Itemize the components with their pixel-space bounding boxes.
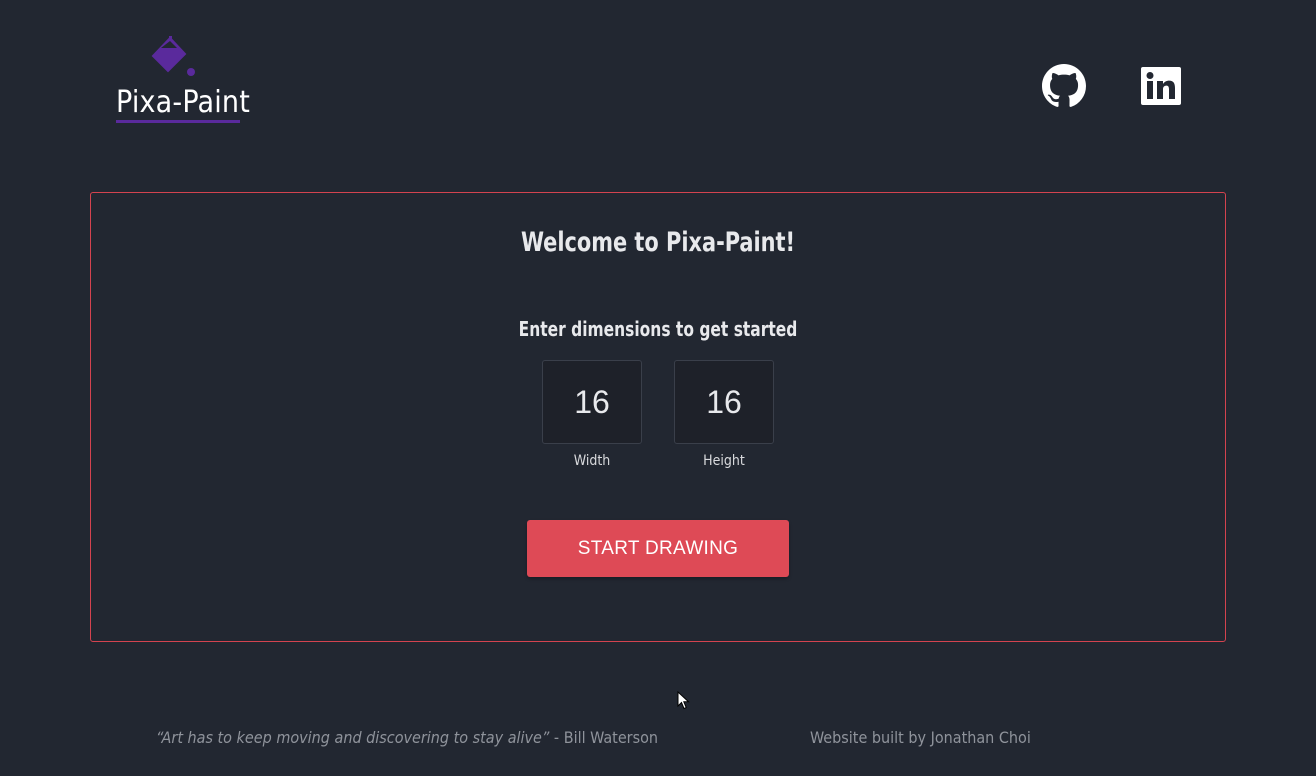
github-link[interactable] bbox=[1042, 64, 1086, 108]
github-icon bbox=[1042, 64, 1086, 107]
quote-text: “Art has to keep moving and discovering … bbox=[156, 728, 550, 747]
logo-text: Pixa-Paint bbox=[116, 86, 250, 123]
quote-author: - Bill Waterson bbox=[549, 728, 659, 747]
logo-link[interactable]: Pixa-Paint bbox=[116, 34, 250, 124]
width-input[interactable] bbox=[542, 360, 642, 444]
linkedin-link[interactable] bbox=[1141, 67, 1181, 105]
linkedin-icon bbox=[1141, 67, 1181, 105]
mouse-cursor-icon bbox=[677, 691, 690, 710]
width-field: Width bbox=[542, 360, 642, 469]
dimensions-prompt: Enter dimensions to get started bbox=[518, 317, 798, 341]
height-label: Height bbox=[703, 453, 745, 469]
height-field: Height bbox=[674, 360, 774, 469]
site-header: Pixa-Paint bbox=[0, 0, 1316, 150]
paint-bucket-icon bbox=[151, 36, 195, 76]
footer-quote: “Art has to keep moving and discovering … bbox=[156, 728, 658, 747]
height-input[interactable] bbox=[674, 360, 774, 444]
setup-panel: Welcome to Pixa-Paint! Enter dimensions … bbox=[90, 192, 1226, 642]
page-title: Welcome to Pixa-Paint! bbox=[520, 227, 796, 258]
footer-credit: Website built by Jonathan Choi bbox=[810, 728, 1031, 747]
width-label: Width bbox=[573, 453, 611, 469]
start-drawing-button[interactable]: START DRAWING bbox=[527, 520, 789, 577]
